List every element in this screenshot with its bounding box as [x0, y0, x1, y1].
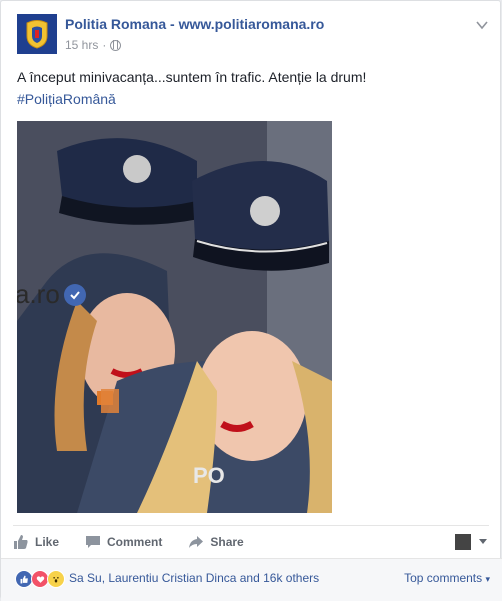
- svg-text:PO: PO: [193, 463, 225, 488]
- reaction-icons[interactable]: [15, 570, 65, 588]
- reaction-summary-link[interactable]: Sa Su, Laurentiu Cristian Dinca and 16k …: [69, 571, 319, 585]
- share-label: Share: [210, 535, 244, 549]
- verified-check-icon: [63, 283, 86, 306]
- post-text: A început minivacanța...suntem în trafic…: [17, 69, 367, 85]
- hashtag-link[interactable]: #PolițiaRomână: [17, 91, 116, 107]
- top-comments-dropdown[interactable]: Top comments ▾: [404, 571, 490, 585]
- page-name-link[interactable]: Politia Romana - www.politiaromana.ro: [65, 16, 324, 32]
- globe-icon: [110, 39, 122, 51]
- share-as-caret-icon[interactable]: [479, 539, 487, 544]
- post-header: Politia Romana - www.politiaromana.ro 15…: [17, 14, 489, 56]
- share-as-avatar[interactable]: [455, 534, 471, 550]
- like-button[interactable]: Like: [13, 534, 59, 550]
- comment-icon: [86, 536, 101, 548]
- photo-overlay: a.ro: [17, 279, 86, 310]
- share-arrow-icon: [189, 536, 204, 548]
- thumbs-up-icon: [14, 535, 28, 549]
- share-button[interactable]: Share: [188, 534, 244, 550]
- caret-down-icon: ▾: [485, 574, 490, 584]
- meta-separator: ·: [102, 38, 107, 52]
- post-options-chevron-icon[interactable]: [475, 18, 489, 32]
- reactions-bar: Sa Su, Laurentiu Cristian Dinca and 16k …: [1, 558, 502, 601]
- post-timestamp[interactable]: 15 hrs: [65, 38, 98, 52]
- wow-reaction-icon: [47, 570, 65, 588]
- top-comments-label: Top comments: [404, 571, 483, 585]
- page-avatar[interactable]: [17, 14, 57, 54]
- post-actions-bar: Like Comment Share: [13, 525, 489, 558]
- comment-button[interactable]: Comment: [85, 534, 162, 550]
- photo-overlay-text: a.ro: [17, 279, 60, 309]
- comment-label: Comment: [107, 535, 163, 549]
- post-photo[interactable]: PO a.ro: [17, 121, 332, 513]
- photo-illustration: PO: [17, 121, 332, 513]
- post-card: Politia Romana - www.politiaromana.ro 15…: [0, 0, 502, 601]
- like-label: Like: [35, 535, 60, 549]
- post-meta: 15 hrs ·: [65, 38, 122, 52]
- coat-of-arms-icon: [26, 20, 48, 49]
